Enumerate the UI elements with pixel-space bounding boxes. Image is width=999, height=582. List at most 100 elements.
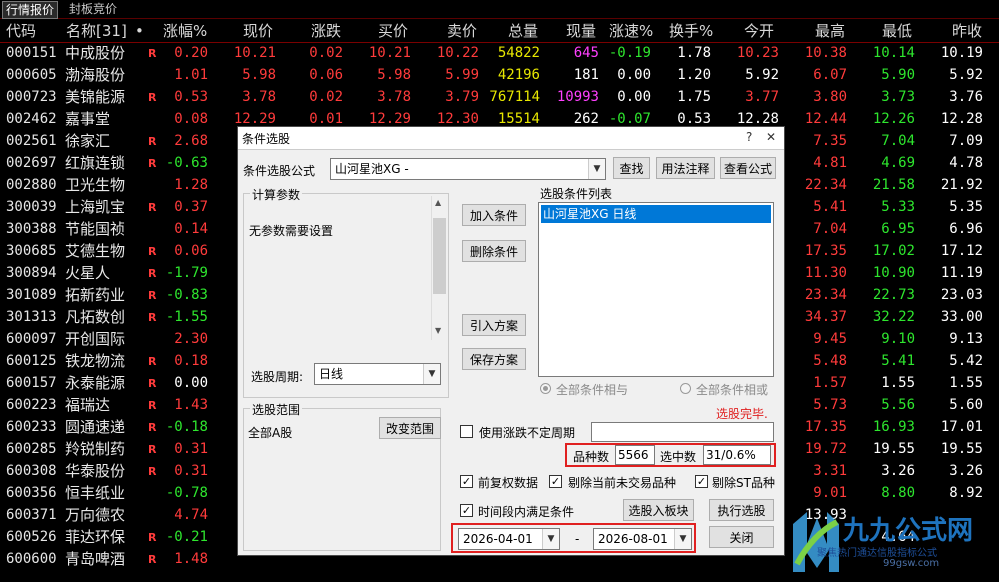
usage-button[interactable]: 用法注释: [656, 157, 715, 179]
stock-name: 火星人: [65, 264, 111, 282]
table-row[interactable]: 000605 渤海股份 1.01 5.98 0.06 5.98 5.99 42196 181 0.…: [0, 64, 999, 86]
status-text: 选股完毕.: [716, 407, 768, 421]
adjusted-data-checkbox[interactable]: ✓: [460, 475, 473, 488]
close-icon[interactable]: ✕: [766, 130, 776, 144]
cell-prev: 12.28: [940, 111, 983, 127]
cell-high: 17.35: [804, 419, 847, 435]
view-formula-button[interactable]: 查看公式: [720, 157, 776, 179]
col-prev-close[interactable]: 昨收: [952, 21, 982, 41]
selected-label: 选中数: [660, 450, 697, 464]
condition-dialog: 条件选股 ? ✕ 条件选股公式 山河星池XG - ▼ 查找 用法注释 查看公式 …: [237, 126, 785, 556]
col-volume[interactable]: 总量: [508, 21, 538, 41]
save-scheme-button[interactable]: 保存方案: [462, 348, 526, 370]
cell-price: 3.78: [242, 89, 276, 105]
execute-button[interactable]: 执行选股: [709, 499, 774, 521]
period-combo[interactable]: 日线 ▼: [314, 363, 441, 385]
cell-prev: 17.12: [940, 243, 983, 259]
cell-pct: -0.78: [165, 485, 208, 501]
date-from-picker[interactable]: 2026-04-01 ▼: [458, 528, 560, 550]
cell-high: 10.38: [804, 45, 847, 61]
table-row[interactable]: 000151 中成股份 R 0.20 10.21 0.02 10.21 10.22 54822 6…: [0, 42, 999, 64]
cell-speed: -0.19: [608, 45, 651, 61]
remove-st-checkbox[interactable]: ✓: [695, 475, 708, 488]
stock-code: 002462: [6, 111, 57, 127]
col-low[interactable]: 最低: [882, 21, 912, 41]
help-icon[interactable]: ?: [746, 130, 752, 144]
col-ask[interactable]: 卖价: [447, 21, 477, 41]
stock-code: 600356: [6, 485, 57, 501]
to-sector-button[interactable]: 选股入板块: [623, 499, 694, 521]
import-scheme-button[interactable]: 引入方案: [462, 314, 526, 336]
chevron-down-icon[interactable]: ▼: [423, 364, 440, 384]
cell-vol: 767114: [489, 89, 540, 105]
delete-condition-button[interactable]: 删除条件: [462, 240, 526, 262]
col-turnover[interactable]: 换手%: [669, 21, 713, 41]
stock-code: 600097: [6, 331, 57, 347]
tab-auction[interactable]: 封板竞价: [66, 1, 120, 17]
formula-combo[interactable]: 山河星池XG - ▼: [330, 158, 606, 180]
radio-and-label: 全部条件相与: [556, 383, 629, 397]
chevron-down-icon[interactable]: ▼: [674, 529, 691, 549]
cell-chg: 0.02: [309, 45, 343, 61]
col-bid[interactable]: 买价: [378, 21, 408, 41]
col-change-pct[interactable]: 涨幅%: [163, 21, 207, 41]
remove-inactive-checkbox[interactable]: ✓: [549, 475, 562, 488]
col-high[interactable]: 最高: [815, 21, 845, 41]
cell-prev: 6.96: [949, 221, 983, 237]
brand-name: 九九公式网: [843, 516, 974, 546]
close-button[interactable]: 关闭: [709, 526, 774, 548]
col-code[interactable]: 代码: [6, 21, 36, 41]
cell-low: 5.33: [881, 199, 915, 215]
condition-list[interactable]: 山河星池XG 日线: [538, 202, 774, 377]
cell-low: 3.26: [881, 463, 915, 479]
change-range-button[interactable]: 改变范围: [379, 417, 441, 439]
stock-name: 开创国际: [65, 330, 126, 348]
cell-open: 5.92: [745, 67, 779, 83]
list-item[interactable]: 山河星池XG 日线: [541, 205, 771, 223]
col-open[interactable]: 今开: [744, 21, 774, 41]
cell-prev: 11.19: [940, 265, 983, 281]
cell-prev: 4.78: [949, 155, 983, 171]
scroll-thumb[interactable]: [433, 218, 446, 294]
col-speed[interactable]: 涨速%: [609, 21, 653, 41]
add-condition-button[interactable]: 加入条件: [462, 204, 526, 226]
irregular-period-field[interactable]: [591, 422, 774, 442]
cell-prev: 33.00: [940, 309, 983, 325]
cell-pct: 0.18: [174, 353, 208, 369]
cell-pct: 1.43: [174, 397, 208, 413]
col-name[interactable]: 名称[31]: [66, 21, 127, 41]
tab-quotes[interactable]: 行情报价: [2, 1, 59, 19]
radio-and[interactable]: [540, 383, 551, 394]
chevron-down-icon[interactable]: ▼: [588, 159, 605, 179]
cell-price: 5.98: [242, 67, 276, 83]
chevron-down-icon[interactable]: ▼: [542, 529, 559, 549]
condition-list-label: 选股条件列表: [540, 187, 613, 201]
col-price[interactable]: 现价: [243, 21, 273, 41]
formula-value: 山河星池XG -: [335, 162, 409, 176]
cell-pct: 0.06: [174, 243, 208, 259]
cell-turn: 1.78: [677, 45, 711, 61]
cell-low: 12.26: [872, 111, 915, 127]
irregular-period-checkbox[interactable]: [460, 425, 473, 438]
stock-code: 301313: [6, 309, 57, 325]
col-cur-vol[interactable]: 现量: [566, 21, 596, 41]
cell-prev: 17.01: [940, 419, 983, 435]
cell-vol: 54822: [497, 45, 540, 61]
scroll-up-icon[interactable]: ▲: [435, 198, 441, 207]
table-row[interactable]: 000723 美锦能源 R 0.53 3.78 0.02 3.78 3.79 767114 109…: [0, 86, 999, 108]
params-scrollbar[interactable]: ▲ ▼: [431, 196, 448, 340]
find-button[interactable]: 查找: [613, 157, 650, 179]
radio-or[interactable]: [680, 383, 691, 394]
time-range-checkbox[interactable]: ✓: [460, 504, 473, 517]
col-change[interactable]: 涨跌: [311, 21, 341, 41]
cell-pct: -1.55: [165, 309, 208, 325]
stock-name: 渤海股份: [65, 66, 126, 84]
cell-high: 5.48: [813, 353, 847, 369]
date-to-picker[interactable]: 2026-08-01 ▼: [593, 528, 692, 550]
formula-label: 条件选股公式: [243, 164, 316, 178]
cell-prev: 7.09: [949, 133, 983, 149]
cell-low: 5.90: [881, 67, 915, 83]
dialog-titlebar[interactable]: 条件选股 ? ✕: [238, 127, 784, 150]
cell-low: 22.73: [872, 287, 915, 303]
scroll-down-icon[interactable]: ▼: [435, 326, 441, 335]
